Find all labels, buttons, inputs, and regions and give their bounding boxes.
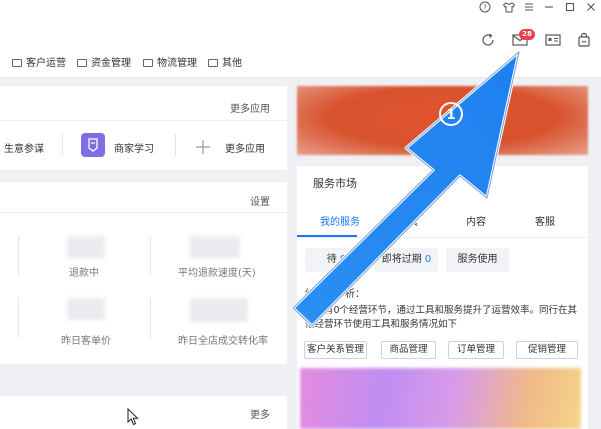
shop-button[interactable] — [576, 32, 594, 50]
refresh-icon — [482, 33, 494, 46]
stat-label-conversion-rate: 昨日全店成交转化率 — [178, 336, 268, 347]
divider — [0, 212, 287, 213]
expiring-services-pill[interactable]: 即将过期 0 — [375, 248, 438, 272]
maximize-icon — [565, 2, 575, 12]
help-icon: ? — [479, 1, 491, 13]
nav-item-funds[interactable]: 资金管理 — [77, 57, 131, 71]
analysis-title: 编整体分析： — [305, 289, 365, 300]
nav-item-customer-ops[interactable]: 客户运营 — [12, 57, 66, 71]
top-toolbar — [0, 14, 601, 50]
analysis-text: 您已有0个经营环节，通过工具和服务提升了运营效率。同行在其他经营环节使用工具和服… — [305, 305, 578, 330]
merchant-learning-icon[interactable] — [81, 133, 105, 157]
blurred-value — [190, 236, 240, 258]
minimize-button[interactable] — [542, 0, 556, 14]
nav-item-logistics[interactable]: 物流管理 — [143, 57, 197, 71]
app-merchant-learning[interactable]: 商家学习 — [114, 140, 154, 160]
message-count-badge: 28 — [519, 29, 535, 40]
close-button[interactable] — [584, 0, 598, 14]
mouse-cursor-icon — [127, 408, 139, 426]
tab-customer-service[interactable]: 客服 — [535, 213, 555, 228]
refresh-button[interactable] — [480, 32, 498, 50]
account-card-button[interactable] — [544, 32, 562, 50]
close-icon — [587, 3, 595, 11]
folder-icon — [12, 59, 22, 67]
separator — [62, 134, 63, 156]
separator — [150, 298, 151, 338]
shield-book-icon — [88, 138, 98, 152]
separator — [175, 134, 176, 156]
svg-text:?: ? — [483, 4, 487, 12]
shopping-bag-icon — [578, 32, 590, 47]
maximize-button[interactable] — [563, 0, 577, 14]
category-nav: 客户运营 资金管理 物流管理 其他 — [0, 50, 601, 78]
tab-content[interactable]: 内容 — [466, 213, 486, 228]
app-business-advisor[interactable]: 生意参谋 — [4, 140, 44, 160]
menu-button[interactable] — [522, 0, 536, 14]
shirt-icon — [502, 2, 516, 13]
blurred-value — [190, 298, 248, 322]
skin-button[interactable] — [502, 0, 516, 14]
folder-icon — [143, 59, 153, 67]
separator — [18, 235, 19, 275]
service-usage-pill[interactable]: 服务使用 — [446, 248, 509, 272]
stat-label-avg-refund-speed: 平均退款速度(天) — [178, 268, 256, 279]
promotion-management-button[interactable]: 促销管理 — [516, 341, 578, 359]
crm-button[interactable]: 客户关系管理 — [304, 341, 367, 359]
stat-label-yesterday-aov: 昨日客单价 — [61, 336, 111, 347]
minimize-icon — [545, 6, 553, 8]
tab-divider — [297, 237, 588, 238]
folder-icon — [77, 59, 87, 67]
window-titlebar: ? — [0, 0, 601, 14]
separator — [150, 235, 151, 275]
plus-icon — [196, 140, 210, 154]
separator — [18, 298, 19, 338]
service-market-title: 服务市场 — [313, 177, 357, 190]
blurred-value — [67, 236, 105, 258]
hamburger-icon — [525, 3, 533, 11]
tab-my-services[interactable]: 我的服务 — [320, 213, 360, 228]
order-management-button[interactable]: 订单管理 — [448, 341, 504, 359]
promo-card[interactable] — [300, 368, 581, 429]
promo-banner[interactable] — [297, 86, 588, 155]
product-management-button[interactable]: 商品管理 — [381, 341, 436, 359]
divider — [0, 120, 287, 121]
stat-label-refunding: 退款中 — [69, 268, 99, 279]
id-card-icon — [545, 34, 561, 46]
settings-link[interactable]: 设置 — [250, 193, 270, 208]
folder-icon — [208, 59, 218, 67]
nav-item-other[interactable]: 其他 — [208, 57, 242, 71]
more-apps-link[interactable]: 更多应用 — [230, 100, 270, 115]
app-more-apps[interactable]: 更多应用 — [225, 140, 265, 160]
help-button[interactable]: ? — [478, 0, 492, 14]
tab-tools[interactable]: 工具 — [398, 213, 418, 228]
add-app-button[interactable] — [192, 136, 214, 158]
more-link[interactable]: 更多 — [250, 406, 270, 421]
third-card — [0, 396, 287, 429]
pending-services-pill[interactable]: 待 0 — [305, 248, 368, 272]
blurred-value — [67, 298, 105, 320]
